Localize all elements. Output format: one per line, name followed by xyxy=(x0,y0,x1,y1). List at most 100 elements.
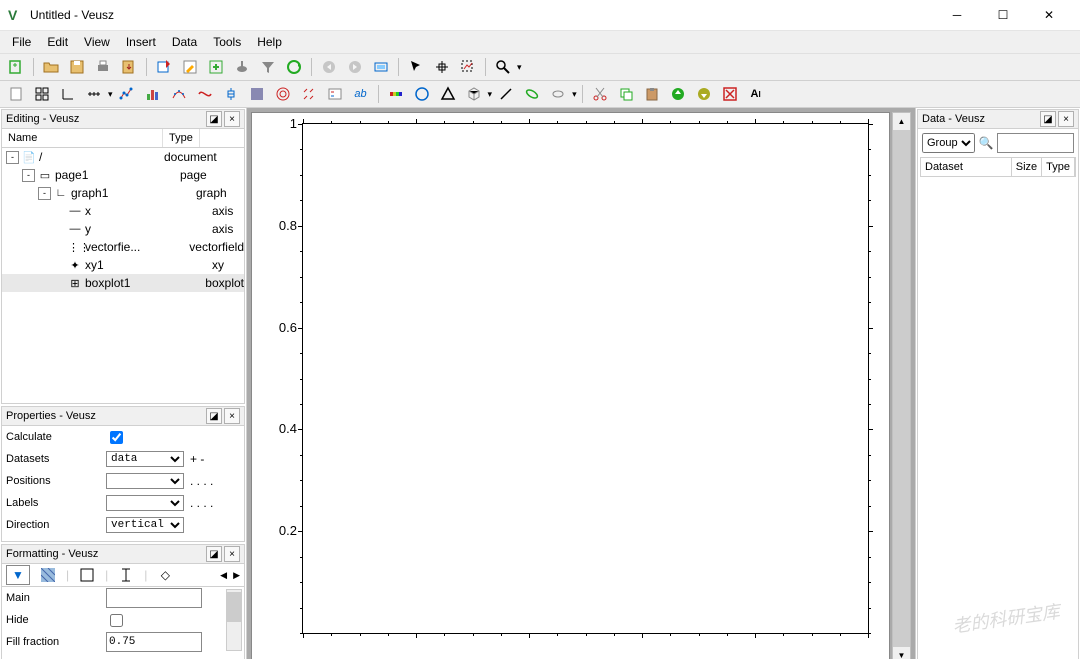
fmt-tab-marker-icon[interactable]: ◇ xyxy=(153,565,177,585)
editing-close-icon[interactable]: × xyxy=(224,111,240,127)
tree-col-name[interactable]: Name xyxy=(2,129,163,147)
menu-file[interactable]: File xyxy=(4,33,39,51)
add-bar-icon[interactable] xyxy=(141,82,165,106)
properties-close-icon[interactable]: × xyxy=(224,408,240,424)
tree-toggle-icon[interactable]: - xyxy=(38,187,51,200)
add-page-icon[interactable] xyxy=(4,82,28,106)
fmt-tab-border-icon[interactable] xyxy=(75,565,99,585)
add-polar-icon[interactable] xyxy=(410,82,434,106)
tree-row-x[interactable]: —xaxis xyxy=(2,202,244,220)
add-function-icon[interactable] xyxy=(193,82,217,106)
delete-icon[interactable] xyxy=(718,82,742,106)
zoom-icon[interactable] xyxy=(491,55,515,79)
add-label-icon[interactable]: ab xyxy=(349,82,373,106)
fmt-input[interactable] xyxy=(106,632,202,652)
cut-icon[interactable] xyxy=(588,82,612,106)
formatting-close-icon[interactable]: × xyxy=(224,546,240,562)
plot-scrollbar[interactable]: ▲ ▼ xyxy=(892,112,911,659)
add-key-icon[interactable] xyxy=(323,82,347,106)
open-icon[interactable] xyxy=(39,55,63,79)
next-page-icon[interactable] xyxy=(343,55,367,79)
data-col-type[interactable]: Type xyxy=(1042,158,1075,176)
minimize-button[interactable]: ─ xyxy=(934,0,980,30)
view-fit-icon[interactable] xyxy=(369,55,393,79)
add-axis-icon[interactable] xyxy=(82,82,106,106)
save-icon[interactable] xyxy=(65,55,89,79)
scroll-down-icon[interactable]: ▼ xyxy=(893,647,910,659)
add-image-icon[interactable] xyxy=(245,82,269,106)
tree-row-page1[interactable]: -▭page1page xyxy=(2,166,244,184)
import-data-icon[interactable] xyxy=(152,55,176,79)
data-group-select[interactable]: Group xyxy=(922,133,975,153)
tree-row-vectorfie[interactable]: ⋮⋮vectorfie...vectorfield xyxy=(2,238,244,256)
data-col-size[interactable]: Size xyxy=(1012,158,1042,176)
add-contour-icon[interactable] xyxy=(271,82,295,106)
add-xy-icon[interactable] xyxy=(115,82,139,106)
menu-data[interactable]: Data xyxy=(164,33,205,51)
new-doc-icon[interactable] xyxy=(4,55,28,79)
data-col-dataset[interactable]: Dataset xyxy=(921,158,1012,176)
add-fit-icon[interactable] xyxy=(167,82,191,106)
export-icon[interactable] xyxy=(117,55,141,79)
prev-page-icon[interactable] xyxy=(317,55,341,79)
add-colorbar-icon[interactable] xyxy=(384,82,408,106)
tree-col-type[interactable]: Type xyxy=(163,129,200,147)
menu-tools[interactable]: Tools xyxy=(205,33,249,51)
add-shape-icon[interactable] xyxy=(546,82,570,106)
prop-more[interactable]: . . . . xyxy=(190,474,213,488)
formatting-detach-icon[interactable]: ◪ xyxy=(206,546,222,562)
scroll-up-icon[interactable]: ▲ xyxy=(893,113,910,130)
fmt-tab-scroll-left-icon[interactable]: ◀ xyxy=(220,570,227,581)
tree-row-xy1[interactable]: ✦xy1xy xyxy=(2,256,244,274)
fmt-tab-main-icon[interactable]: ▼ xyxy=(6,565,30,585)
properties-detach-icon[interactable]: ◪ xyxy=(206,408,222,424)
fmt-checkbox[interactable] xyxy=(110,614,123,627)
create-data-icon[interactable] xyxy=(204,55,228,79)
tree-toggle-icon[interactable]: - xyxy=(22,169,35,182)
add-ternary-icon[interactable] xyxy=(436,82,460,106)
capture-data-icon[interactable] xyxy=(230,55,254,79)
add-vectorfield-icon[interactable] xyxy=(297,82,321,106)
menu-view[interactable]: View xyxy=(76,33,118,51)
tree-row-[interactable]: -📄/document xyxy=(2,148,244,166)
menu-insert[interactable]: Insert xyxy=(118,33,164,51)
editing-detach-icon[interactable]: ◪ xyxy=(206,111,222,127)
close-button[interactable]: ✕ xyxy=(1026,0,1072,30)
widget-tree[interactable]: -📄/document-▭page1page-∟graph1graph—xaxi… xyxy=(2,148,244,403)
select-tool-icon[interactable] xyxy=(404,55,428,79)
data-detach-icon[interactable]: ◪ xyxy=(1040,111,1056,127)
data-search-input[interactable] xyxy=(997,133,1074,153)
move-up-icon[interactable] xyxy=(666,82,690,106)
tree-toggle-icon[interactable]: - xyxy=(6,151,19,164)
formatting-scrollbar[interactable] xyxy=(226,589,242,651)
print-icon[interactable] xyxy=(91,55,115,79)
tree-row-graph1[interactable]: -∟graph1graph xyxy=(2,184,244,202)
add-line-icon[interactable] xyxy=(494,82,518,106)
fmt-input[interactable] xyxy=(106,588,202,608)
prop-plusminus[interactable]: + - xyxy=(190,452,204,466)
add-covariance-icon[interactable] xyxy=(520,82,544,106)
read-data-icon[interactable] xyxy=(430,55,454,79)
data-close-icon[interactable]: × xyxy=(1058,111,1074,127)
filter-data-icon[interactable] xyxy=(256,55,280,79)
plot-canvas[interactable]: 0.20.40.60.81 xyxy=(302,123,869,634)
fmt-tab-whisker-icon[interactable] xyxy=(114,565,138,585)
rename-icon[interactable]: AI xyxy=(744,82,768,106)
tree-row-boxplot1[interactable]: ⊞boxplot1boxplot xyxy=(2,274,244,292)
menu-help[interactable]: Help xyxy=(249,33,290,51)
edit-data-icon[interactable] xyxy=(178,55,202,79)
add-3d-icon[interactable] xyxy=(462,82,486,106)
copy-icon[interactable] xyxy=(614,82,638,106)
add-grid-icon[interactable] xyxy=(30,82,54,106)
prop-more[interactable]: . . . . xyxy=(190,496,213,510)
prop-select[interactable]: vertical xyxy=(106,517,184,533)
prop-select[interactable]: data xyxy=(106,451,184,467)
paste-icon[interactable] xyxy=(640,82,664,106)
prop-select[interactable] xyxy=(106,473,184,489)
move-down-icon[interactable] xyxy=(692,82,716,106)
plot-view[interactable]: 0.20.40.60.81 ▲ ▼ xyxy=(247,108,915,659)
add-graph-icon[interactable] xyxy=(56,82,80,106)
fmt-tab-fill-icon[interactable] xyxy=(36,565,60,585)
zoom-graph-icon[interactable] xyxy=(456,55,480,79)
prop-select[interactable] xyxy=(106,495,184,511)
